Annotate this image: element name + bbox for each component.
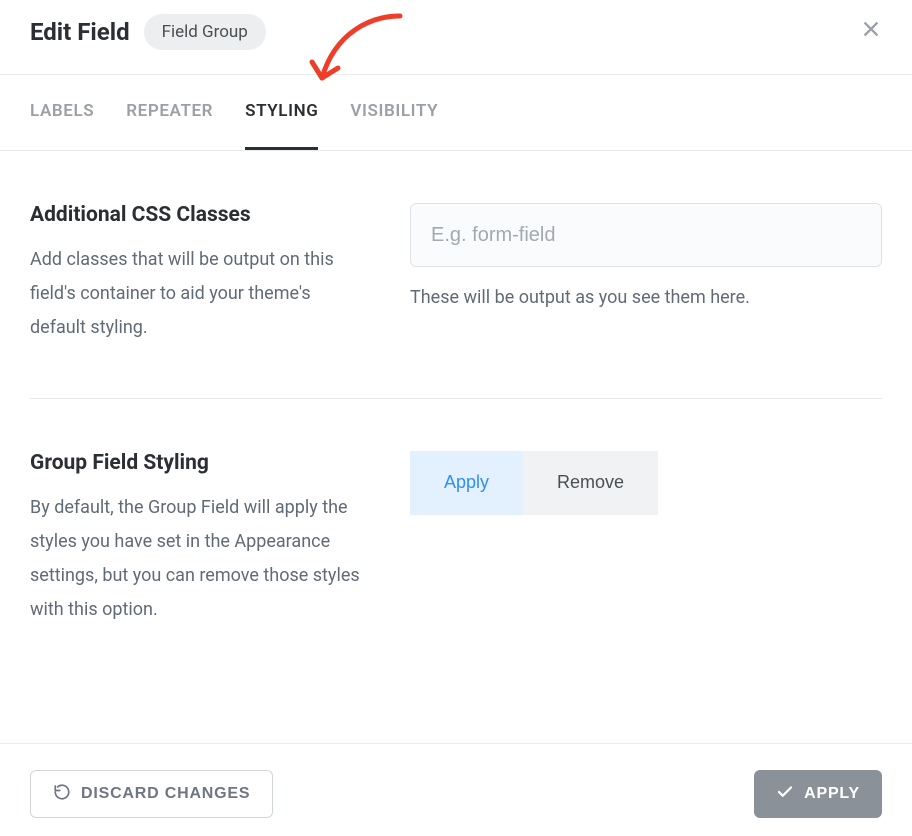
discard-label: DISCARD CHANGES [81,785,250,803]
modal-title: Edit Field [30,18,130,46]
section-title: Additional CSS Classes [30,203,370,227]
tab-labels[interactable]: LABELS [30,75,94,150]
apply-label: APPLY [804,785,860,803]
group-styling-toggle: Apply Remove [410,451,882,515]
check-icon [776,783,794,806]
tabs: LABELS REPEATER STYLING VISIBILITY [0,75,912,150]
close-icon [860,25,882,44]
close-button[interactable] [860,18,882,44]
tab-repeater[interactable]: REPEATER [126,75,213,150]
section-description: By default, the Group Field will apply t… [30,491,370,628]
css-classes-helper: These will be output as you see them her… [410,287,882,308]
tab-styling[interactable]: STYLING [245,75,318,150]
section-description: Add classes that will be output on this … [30,243,370,346]
section-additional-css-classes: Additional CSS Classes Add classes that … [30,203,882,398]
section-group-field-styling: Group Field Styling By default, the Grou… [30,398,882,680]
section-title: Group Field Styling [30,451,370,475]
field-type-badge: Field Group [144,14,266,50]
discard-changes-button[interactable]: DISCARD CHANGES [30,770,273,818]
tab-visibility[interactable]: VISIBILITY [350,75,438,150]
undo-icon [53,783,71,806]
css-classes-input[interactable] [410,203,882,267]
group-styling-remove-button[interactable]: Remove [523,451,658,515]
group-styling-apply-button[interactable]: Apply [410,451,523,515]
apply-button[interactable]: APPLY [754,770,882,818]
